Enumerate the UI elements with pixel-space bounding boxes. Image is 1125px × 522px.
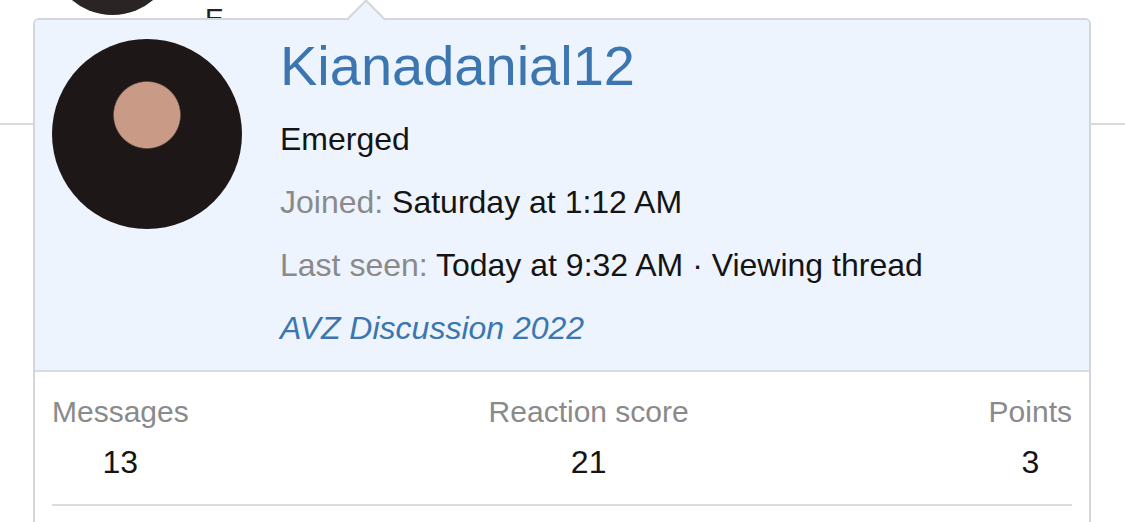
stat-value: 21	[489, 437, 689, 487]
stat-label: Points	[989, 387, 1072, 437]
member-header: Kianadanial12EmergedJoined: Saturday at …	[35, 20, 1089, 372]
member-info: Kianadanial12EmergedJoined: Saturday at …	[280, 34, 923, 360]
thread-link[interactable]: AVZ Discussion 2022	[280, 297, 923, 360]
field-value: Today at 9:32 AM · Viewing thread	[428, 247, 923, 283]
stat-value: 13	[52, 437, 189, 487]
page: EKianadanial12EmergedJoined: Saturday at…	[0, 0, 1125, 522]
field-label: Last seen:	[280, 247, 428, 283]
member-stats: Messages13 Reaction score21 Points3	[35, 372, 1089, 487]
stat-item: Messages13	[52, 387, 189, 487]
username-link[interactable]: Kianadanial12	[280, 34, 923, 98]
stat-value: 3	[989, 437, 1072, 487]
background-avatar	[50, 0, 175, 15]
member-title: Emerged	[280, 108, 923, 171]
member-tooltip: Kianadanial12EmergedJoined: Saturday at …	[33, 18, 1091, 522]
stat-item: Reaction score21	[489, 387, 689, 487]
field-value: Saturday at 1:12 AM	[383, 184, 682, 220]
stat-label: Messages	[52, 387, 189, 437]
member-field: Last seen: Today at 9:32 AM · Viewing th…	[280, 234, 923, 297]
avatar-photo[interactable]	[52, 39, 242, 229]
stat-label: Reaction score	[489, 387, 689, 437]
field-label: Joined:	[280, 184, 383, 220]
stats-divider	[52, 504, 1072, 506]
stat-item: Points3	[989, 387, 1072, 487]
member-field: Joined: Saturday at 1:12 AM	[280, 171, 923, 234]
